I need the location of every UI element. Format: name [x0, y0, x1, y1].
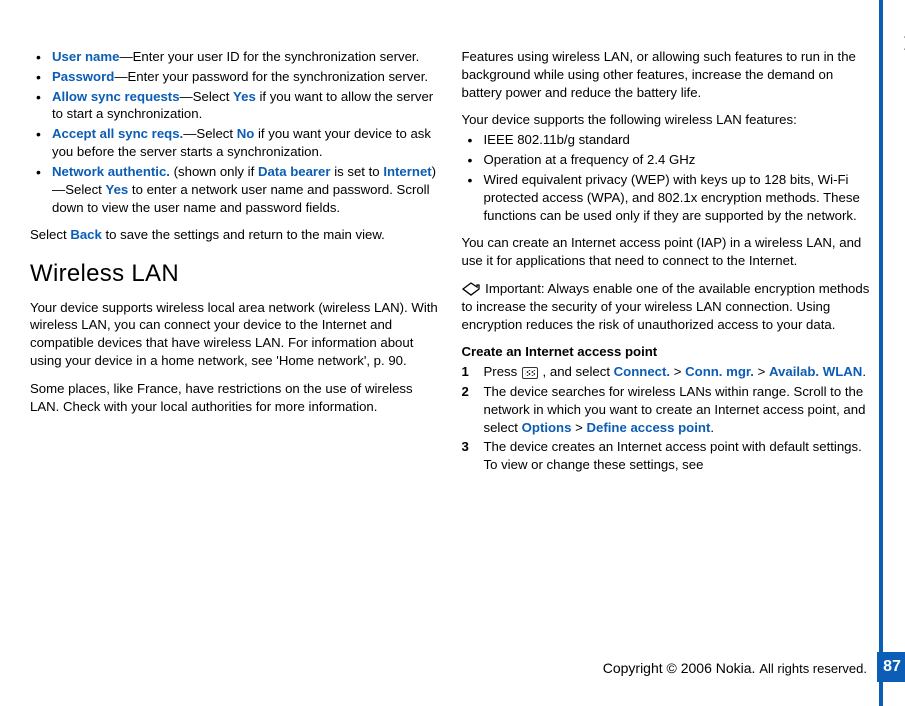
text: Important: Always enable one of the avai…	[462, 281, 870, 332]
softkey-options: Options	[522, 420, 572, 435]
option-yes: Yes	[106, 182, 129, 197]
setting-term: User name	[52, 49, 119, 64]
text: .	[710, 420, 714, 435]
paragraph: You can create an Internet access point …	[462, 234, 876, 270]
text: >	[571, 420, 586, 435]
text: Select	[30, 227, 70, 242]
text: >	[754, 364, 769, 379]
text: The device creates an Internet access po…	[484, 439, 862, 472]
page-number: 87	[883, 658, 901, 676]
setting-desc: (shown only if	[170, 164, 258, 179]
step-number: 3	[462, 438, 469, 456]
text: >	[670, 364, 685, 379]
setting-desc: —Enter your password for the synchroniza…	[114, 69, 428, 84]
menu-key-icon	[522, 367, 538, 379]
page-content: User name—Enter your user ID for the syn…	[0, 0, 905, 476]
setting-desc: —Select	[180, 89, 234, 104]
text: Press	[484, 364, 521, 379]
list-item: Password—Enter your password for the syn…	[30, 68, 444, 86]
features-list: IEEE 802.11b/g standard Operation at a f…	[462, 131, 876, 224]
important-icon	[462, 282, 480, 296]
list-item: Wired equivalent privacy (WEP) with keys…	[462, 171, 876, 224]
step-item: 3 The device creates an Internet access …	[462, 438, 876, 474]
menu-availab-wlan: Availab. WLAN	[769, 364, 862, 379]
option-internet: Internet	[383, 164, 431, 179]
setting-desc: —Enter your user ID for the synchronizat…	[119, 49, 419, 64]
paragraph: Your device supports the following wirel…	[462, 111, 876, 129]
text: to save the settings and return to the m…	[102, 227, 385, 242]
page-number-box: 87	[877, 652, 905, 682]
heading-wireless-lan: Wireless LAN	[30, 258, 444, 290]
setting-desc: —Select	[183, 126, 237, 141]
step-number: 2	[462, 383, 469, 401]
text: .	[862, 364, 866, 379]
setting-term: Password	[52, 69, 114, 84]
setting-term: Allow sync requests	[52, 89, 180, 104]
paragraph: Some places, like France, have restricti…	[30, 380, 444, 416]
important-note: Important: Always enable one of the avai…	[462, 280, 876, 333]
copyright-tail: All rights reserved.	[759, 661, 867, 676]
option-data-bearer: Data bearer	[258, 164, 331, 179]
text: , and select	[539, 364, 614, 379]
step-number: 1	[462, 363, 469, 381]
heading-create-iap: Create an Internet access point	[462, 343, 876, 361]
step-item: 2 The device searches for wireless LANs …	[462, 383, 876, 436]
steps-list: 1 Press , and select Connect. > Conn. mg…	[462, 363, 876, 474]
settings-list: User name—Enter your user ID for the syn…	[30, 48, 444, 216]
right-column: Features using wireless LAN, or allowing…	[462, 48, 876, 476]
option-no: No	[237, 126, 255, 141]
setting-desc: is set to	[331, 164, 384, 179]
copyright: Copyright © 2006 Nokia. All rights reser…	[603, 660, 867, 676]
setting-term: Network authentic.	[52, 164, 170, 179]
list-item: Operation at a frequency of 2.4 GHz	[462, 151, 876, 169]
list-item: Network authentic. (shown only if Data b…	[30, 163, 444, 216]
menu-conn-mgr: Conn. mgr.	[685, 364, 754, 379]
list-item: IEEE 802.11b/g standard	[462, 131, 876, 149]
side-tab: Connectivity 87	[879, 0, 905, 706]
left-column: User name—Enter your user ID for the syn…	[30, 48, 444, 476]
setting-term: Accept all sync reqs.	[52, 126, 183, 141]
paragraph: Your device supports wireless local area…	[30, 299, 444, 370]
list-item: User name—Enter your user ID for the syn…	[30, 48, 444, 66]
list-item: Accept all sync reqs.—Select No if you w…	[30, 125, 444, 161]
paragraph: Features using wireless LAN, or allowing…	[462, 48, 876, 101]
menu-define-ap: Define access point	[586, 420, 710, 435]
list-item: Allow sync requests—Select Yes if you wa…	[30, 88, 444, 124]
option-yes: Yes	[233, 89, 256, 104]
copyright-main: Copyright © 2006 Nokia.	[603, 660, 760, 676]
paragraph: Select Back to save the settings and ret…	[30, 226, 444, 244]
menu-connect: Connect.	[614, 364, 670, 379]
step-item: 1 Press , and select Connect. > Conn. mg…	[462, 363, 876, 381]
softkey-back: Back	[70, 227, 102, 242]
